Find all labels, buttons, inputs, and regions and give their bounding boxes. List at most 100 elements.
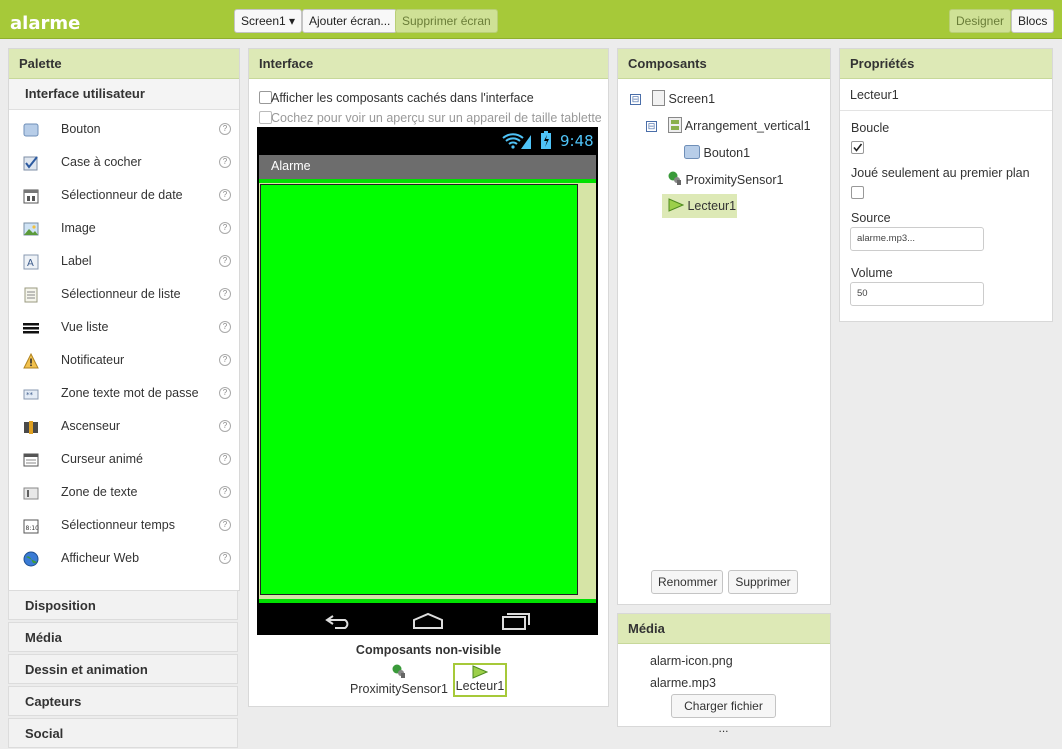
palette-drawer-drawing[interactable]: Dessin et animation xyxy=(8,654,238,684)
source-field[interactable]: alarme.mp3... xyxy=(850,227,984,251)
media-panel: Média alarm-icon.png alarme.mp3 Charger … xyxy=(617,613,831,735)
back-nav-icon[interactable] xyxy=(325,613,355,629)
bouton1-preview[interactable] xyxy=(260,184,578,595)
palette-item-label[interactable]: A Label ? xyxy=(23,252,233,272)
designer-button[interactable]: Designer xyxy=(949,9,1012,33)
help-icon[interactable]: ? xyxy=(219,189,231,201)
palette-drawer-social[interactable]: Social xyxy=(8,718,238,748)
collapse-toggle[interactable]: ⊟ xyxy=(630,94,641,105)
viewer-panel: Interface Afficher les composants cachés… xyxy=(248,48,609,707)
help-icon[interactable]: ? xyxy=(219,288,231,300)
status-bar-time: 9:48 xyxy=(560,132,594,150)
app-title: Alarme xyxy=(271,159,311,173)
password-icon: ** xyxy=(23,389,39,400)
list-view-icon xyxy=(23,323,39,334)
slider-icon xyxy=(24,421,38,434)
screen-icon xyxy=(652,90,665,106)
tree-item-bouton1[interactable]: Bouton1 xyxy=(684,143,750,163)
loop-checkbox[interactable] xyxy=(851,141,864,154)
palette-item-list-picker[interactable]: Sélectionneur de liste ? xyxy=(23,285,233,305)
label-icon: A xyxy=(23,254,39,270)
palette-item-checkbox[interactable]: Case à cocher ? xyxy=(23,153,233,173)
warning-icon xyxy=(23,353,39,369)
help-icon[interactable]: ? xyxy=(219,552,231,564)
help-icon[interactable]: ? xyxy=(219,321,231,333)
palette-item-web-viewer[interactable]: Afficheur Web ? xyxy=(23,549,233,569)
help-icon[interactable]: ? xyxy=(219,156,231,168)
components-panel: Composants ⊟ Screen1 ⊟ Arrangement_verti… xyxy=(617,48,831,605)
delete-button[interactable]: Supprimer xyxy=(728,570,798,594)
palette-item-textbox[interactable]: Zone de texte ? xyxy=(23,483,233,503)
nonvisible-lecteur[interactable]: Lecteur1 xyxy=(453,663,507,697)
blocks-button[interactable]: Blocs xyxy=(1011,9,1055,33)
player-icon xyxy=(668,198,685,212)
help-icon[interactable]: ? xyxy=(219,354,231,366)
tree-item-arrangement[interactable]: Arrangement_vertical1 xyxy=(668,116,811,136)
palette-item-list-view[interactable]: Vue liste ? xyxy=(23,318,233,338)
palette-drawer-media[interactable]: Média xyxy=(8,622,238,652)
textbox-icon xyxy=(23,487,39,500)
help-icon[interactable]: ? xyxy=(219,486,231,498)
help-icon[interactable]: ? xyxy=(219,387,231,399)
palette-section-user-interface[interactable]: Interface utilisateur xyxy=(9,79,239,110)
svg-text:8:10: 8:10 xyxy=(26,525,40,532)
properties-component-name: Lecteur1 xyxy=(840,79,1052,111)
tree-label-proximity-sensor: ProximitySensor1 xyxy=(685,173,784,187)
player-icon xyxy=(472,665,489,679)
lecteur-label: Lecteur1 xyxy=(455,679,505,693)
calendar-icon xyxy=(23,189,39,204)
recents-nav-icon[interactable] xyxy=(501,611,531,631)
palette-item-slider[interactable]: Ascenseur ? xyxy=(23,417,233,437)
add-screen-button[interactable]: Ajouter écran... xyxy=(302,9,398,33)
tree-item-screen1[interactable]: Screen1 xyxy=(652,89,715,109)
media-file-icon-png[interactable]: alarm-icon.png xyxy=(650,654,733,668)
help-icon[interactable]: ? xyxy=(219,123,231,135)
tree-item-proximity-sensor[interactable]: ProximitySensor1 xyxy=(668,170,783,190)
home-nav-icon[interactable] xyxy=(412,612,444,630)
rename-button[interactable]: Renommer xyxy=(651,570,723,594)
proximity-sensor-icon xyxy=(668,171,681,185)
nonvisible-proximity-sensor[interactable]: ProximitySensor1 xyxy=(349,663,449,699)
show-hidden-label: Afficher les composants cachés dans l'in… xyxy=(271,91,534,105)
media-title: Média xyxy=(618,614,830,644)
remove-screen-button[interactable]: Supprimer écran xyxy=(395,9,498,33)
volume-label: Volume xyxy=(851,266,893,280)
volume-field[interactable]: 50 xyxy=(850,282,984,306)
tree-label-screen1: Screen1 xyxy=(668,92,716,106)
foreground-label: Joué seulement au premier plan xyxy=(851,166,1030,180)
palette-item-spinner[interactable]: Curseur animé ? xyxy=(23,450,233,470)
tree-item-lecteur1-selected[interactable]: Lecteur1 xyxy=(662,194,737,218)
properties-panel: Propriétés Lecteur1 Boucle Joué seulemen… xyxy=(839,48,1053,322)
top-bar: alarme Screen1 ▾ Ajouter écran... Suppri… xyxy=(0,0,1062,39)
proximity-sensor-label: ProximitySensor1 xyxy=(350,682,448,696)
palette-title: Palette xyxy=(9,49,239,79)
help-icon[interactable]: ? xyxy=(219,255,231,267)
palette-item-image[interactable]: Image ? xyxy=(23,219,233,239)
palette-item-password-textbox[interactable]: ** Zone texte mot de passe ? xyxy=(23,384,233,404)
screen-area xyxy=(259,179,596,603)
image-icon xyxy=(23,222,39,236)
palette-item-time-picker[interactable]: 8:10 Sélectionneur temps ? xyxy=(23,516,233,536)
palette-drawer-layout[interactable]: Disposition xyxy=(8,590,238,620)
help-icon[interactable]: ? xyxy=(219,519,231,531)
source-label: Source xyxy=(851,211,891,225)
help-icon[interactable]: ? xyxy=(219,222,231,234)
phone-preview: 9:48 Alarme xyxy=(257,127,598,635)
media-file-mp3[interactable]: alarme.mp3 xyxy=(650,676,716,690)
palette-item-notifier[interactable]: Notificateur ? xyxy=(23,351,233,371)
foreground-checkbox[interactable] xyxy=(851,186,864,199)
collapse-toggle[interactable]: ⊟ xyxy=(646,121,657,132)
app-title-bar: Alarme xyxy=(259,155,596,179)
components-title: Composants xyxy=(618,49,830,79)
help-icon[interactable]: ? xyxy=(219,453,231,465)
upload-file-button[interactable]: Charger fichier ... xyxy=(671,694,776,735)
palette-drawer-sensors[interactable]: Capteurs xyxy=(8,686,238,716)
proximity-sensor-icon xyxy=(392,664,405,678)
signal-icon xyxy=(521,135,531,149)
palette-item-button[interactable]: Bouton ? xyxy=(23,120,233,140)
screen-select[interactable]: Screen1 ▾ xyxy=(234,9,303,33)
screen-top-strip xyxy=(259,179,596,183)
palette-item-date-picker[interactable]: Sélectionneur de date ? xyxy=(23,186,233,206)
help-icon[interactable]: ? xyxy=(219,420,231,432)
list-picker-icon xyxy=(24,287,38,303)
